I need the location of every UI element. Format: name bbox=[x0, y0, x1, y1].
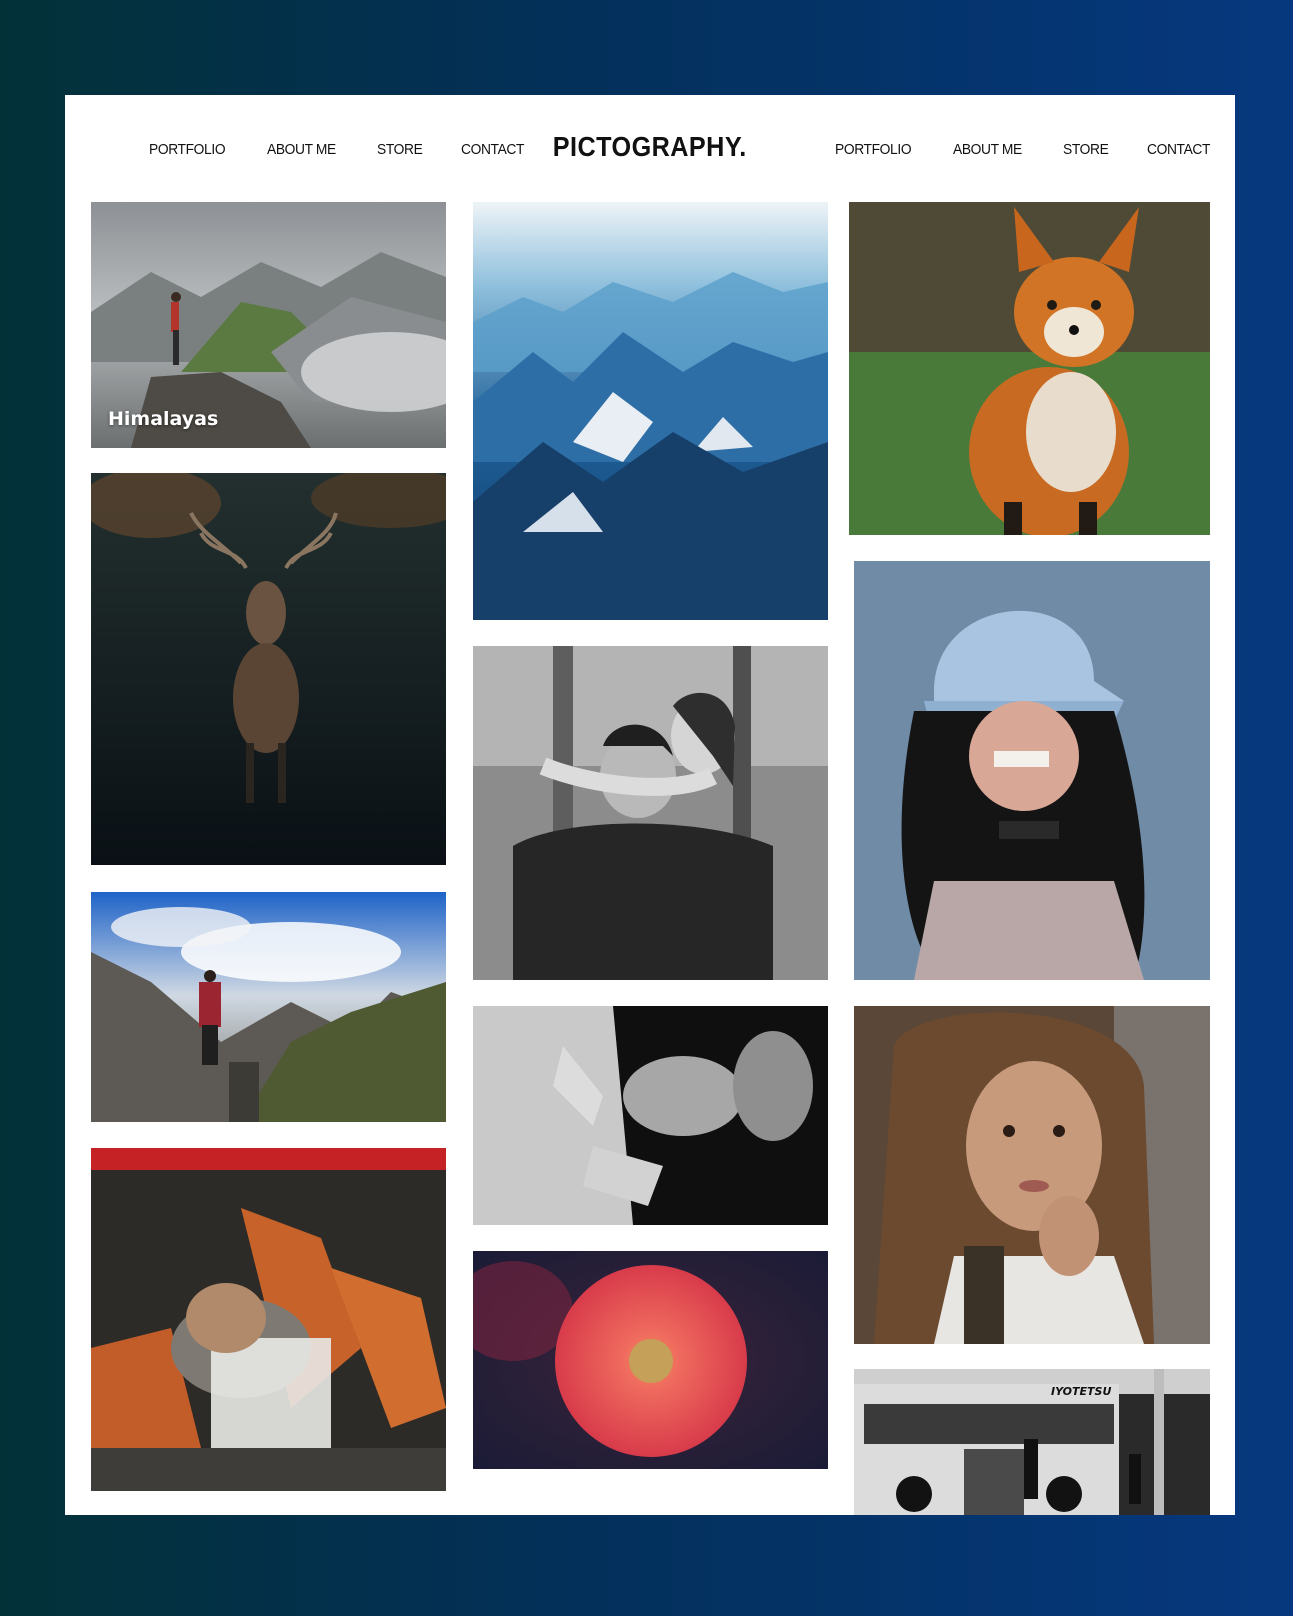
photo-woman-cap[interactable] bbox=[854, 561, 1210, 980]
photo-blue-mountains[interactable] bbox=[473, 202, 828, 620]
bus-sign-text: IYOTETSU bbox=[1051, 1385, 1112, 1398]
photo-blue-mountains-image bbox=[473, 202, 828, 620]
photo-fox[interactable] bbox=[849, 202, 1210, 535]
photo-deer-image bbox=[91, 473, 446, 865]
nav-right: PORTFOLIO ABOUT ME STORE CONTACT bbox=[835, 141, 1235, 158]
page-card: PORTFOLIO ABOUT ME STORE CONTACT PICTOGR… bbox=[65, 95, 1235, 1515]
photo-red-flower[interactable] bbox=[473, 1251, 828, 1469]
photo-flower-image bbox=[473, 1251, 828, 1469]
photo-woman-portrait-image bbox=[854, 1006, 1210, 1344]
photo-woman-portrait[interactable] bbox=[854, 1006, 1210, 1344]
photo-woman-cap-image bbox=[854, 561, 1210, 980]
photo-hands-bw[interactable] bbox=[473, 1006, 828, 1225]
nav-portfolio-right[interactable]: PORTFOLIO bbox=[835, 141, 912, 158]
photo-hiker-cairn-image bbox=[91, 892, 446, 1122]
site-logo-text: PICTOGRAPHY. bbox=[553, 131, 747, 162]
photo-bus-window-image bbox=[91, 1148, 446, 1491]
photo-couple-image bbox=[473, 646, 828, 980]
nav-store-right[interactable]: STORE bbox=[1063, 141, 1109, 158]
photo-fox-image bbox=[849, 202, 1210, 535]
photo-deer-forest[interactable] bbox=[91, 473, 446, 865]
photo-hands-image bbox=[473, 1006, 828, 1225]
photo-couple-bw[interactable] bbox=[473, 646, 828, 980]
photo-bus-window[interactable] bbox=[91, 1148, 446, 1491]
photo-hiker-cairn[interactable] bbox=[91, 892, 446, 1122]
photo-city-bus[interactable]: IYOTETSU bbox=[854, 1369, 1210, 1515]
nav-about-right[interactable]: ABOUT ME bbox=[953, 141, 1022, 158]
photo-himalayas-hiker[interactable]: Himalayas bbox=[91, 202, 446, 448]
header-nav: PORTFOLIO ABOUT ME STORE CONTACT PICTOGR… bbox=[65, 95, 1235, 203]
photo-caption-himalayas: Himalayas bbox=[108, 408, 219, 430]
nav-contact-right[interactable]: CONTACT bbox=[1147, 141, 1210, 158]
photo-city-bus-image bbox=[854, 1369, 1210, 1515]
